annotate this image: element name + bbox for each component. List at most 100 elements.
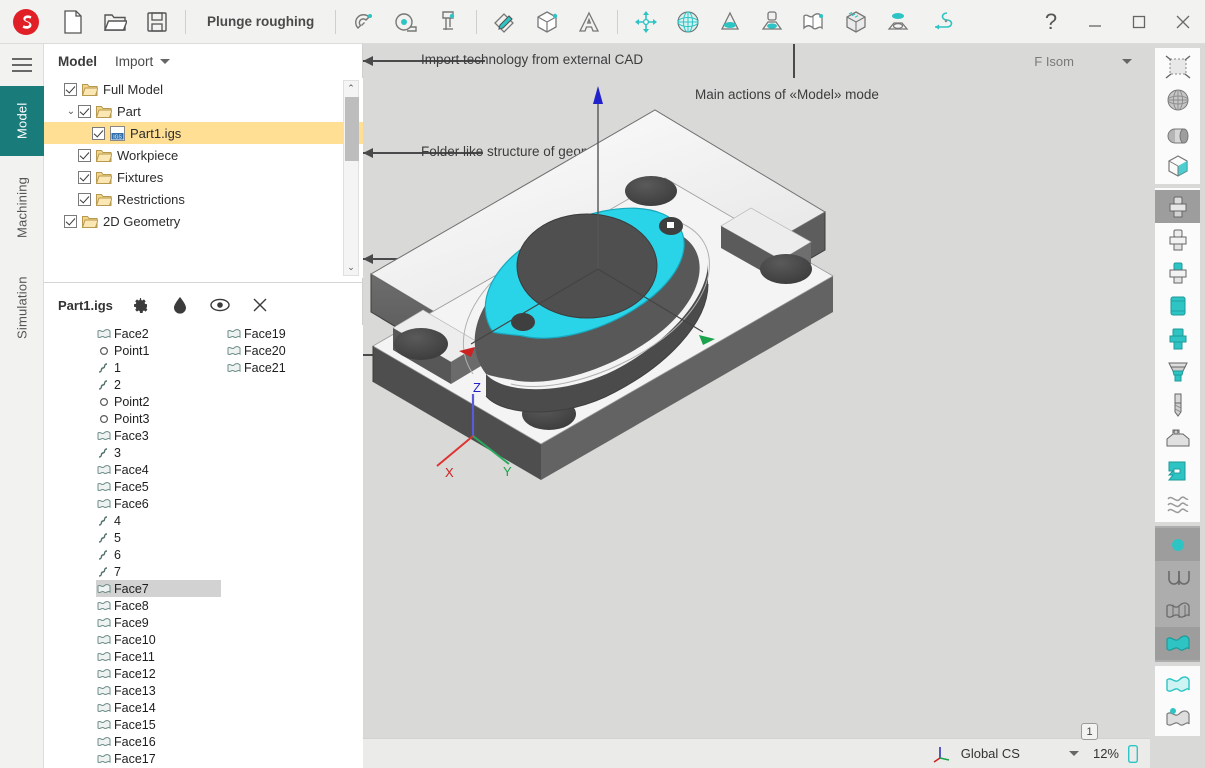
tree-item-checkbox[interactable] <box>78 170 91 184</box>
close-x-icon[interactable] <box>240 291 280 319</box>
point-select-icon[interactable] <box>1155 528 1200 561</box>
geometry-list-item[interactable]: 5 <box>96 529 221 546</box>
geometry-list-item[interactable]: Face6 <box>96 495 221 512</box>
tool-step-icon[interactable] <box>1155 355 1200 388</box>
close-button[interactable] <box>1161 0 1205 44</box>
fixture-icon[interactable] <box>877 0 919 44</box>
geometry-list-item[interactable]: Face10 <box>96 631 221 648</box>
geometry-list-item[interactable]: Face15 <box>96 716 221 733</box>
open-file-icon[interactable] <box>94 0 136 44</box>
geometry-list-item[interactable]: Face17 <box>96 750 221 767</box>
geometry-list-item[interactable]: Point1 <box>96 342 221 359</box>
geometry-list-item[interactable]: 7 <box>96 563 221 580</box>
stock-box-icon[interactable] <box>835 0 877 44</box>
magnet-icon[interactable] <box>343 0 385 44</box>
face-outline-icon[interactable] <box>1155 668 1200 701</box>
machine-table-icon[interactable] <box>751 0 793 44</box>
hamburger-icon[interactable] <box>0 44 44 86</box>
move-transform-icon[interactable] <box>625 0 667 44</box>
section-cube-icon[interactable] <box>1155 149 1200 182</box>
curve-select-icon[interactable] <box>1155 561 1200 594</box>
color-drop-icon[interactable] <box>160 291 200 319</box>
tree-item-checkbox[interactable] <box>78 104 91 118</box>
geometry-list-item[interactable]: Face13 <box>96 682 221 699</box>
sidebar-item-simulation[interactable]: Simulation <box>0 258 44 358</box>
geometry-list-item[interactable]: 3 <box>96 444 221 461</box>
endmill-icon[interactable] <box>1155 388 1200 421</box>
minimize-button[interactable] <box>1073 0 1117 44</box>
sidebar-item-machining[interactable]: Machining <box>0 156 44 258</box>
tree-item[interactable]: IGS Part1.igs <box>44 122 363 144</box>
maximize-button[interactable] <box>1117 0 1161 44</box>
sketch-pencil-icon[interactable] <box>484 0 526 44</box>
geometry-list-item[interactable]: Point3 <box>96 410 221 427</box>
solid-shaded-icon[interactable] <box>1155 116 1200 149</box>
mesh-sphere-icon[interactable] <box>667 0 709 44</box>
tree-item-checkbox[interactable] <box>78 192 91 206</box>
geometry-list-item[interactable]: Face2 <box>96 325 221 342</box>
tree-item[interactable]: Workpiece <box>44 144 363 166</box>
tree-item-checkbox[interactable] <box>64 82 77 96</box>
tree-item[interactable]: Full Model <box>44 78 363 100</box>
geometry-list-item[interactable]: 2 <box>96 376 221 393</box>
globe-mesh-icon[interactable] <box>1155 83 1200 116</box>
geometry-list-item[interactable]: Face7 <box>96 580 221 597</box>
import-dropdown[interactable]: Import <box>115 54 171 69</box>
tree-item[interactable]: 2D Geometry <box>44 210 363 232</box>
hatch-pattern-icon[interactable] <box>1155 487 1200 520</box>
geometry-list-item[interactable]: Face12 <box>96 665 221 682</box>
visibility-eye-icon[interactable] <box>200 291 240 319</box>
tree-expander-icon[interactable]: ⌄ <box>64 106 78 117</box>
geometry-list-item[interactable]: Face3 <box>96 427 221 444</box>
settings-gear-icon[interactable] <box>120 291 160 319</box>
tree-item[interactable]: Restrictions <box>44 188 363 210</box>
help-button[interactable]: ? <box>1029 0 1073 44</box>
clamp-icon[interactable] <box>1155 454 1200 487</box>
tool-holder-icon[interactable] <box>1155 190 1200 223</box>
sidebar-item-model[interactable]: Model <box>0 86 44 156</box>
geometry-list-item[interactable]: Face19 <box>226 325 351 342</box>
stock-block-icon[interactable] <box>1155 421 1200 454</box>
coordinate-system-selector[interactable]: Global CS <box>932 744 1079 764</box>
new-file-icon[interactable] <box>52 0 94 44</box>
geometry-list-item[interactable]: 1 <box>96 359 221 376</box>
tree-scrollbar[interactable]: ⌃ ⌄ <box>343 80 359 276</box>
cad-model-render[interactable]: Z X Y <box>363 44 1150 768</box>
save-file-icon[interactable] <box>136 0 178 44</box>
tree-item-checkbox[interactable] <box>92 126 105 140</box>
tool-shank-icon[interactable] <box>1155 223 1200 256</box>
zoom-level[interactable]: 12% <box>1093 744 1138 763</box>
tree-item[interactable]: ⌄ Part <box>44 100 363 122</box>
tree-item-checkbox[interactable] <box>78 148 91 162</box>
geometry-list-item[interactable]: Face21 <box>226 359 351 376</box>
geometry-list-item[interactable]: Face8 <box>96 597 221 614</box>
face-select-icon[interactable] <box>1155 627 1200 660</box>
scroll-up-icon[interactable]: ⌃ <box>344 81 358 96</box>
tool-body-icon[interactable] <box>1155 289 1200 322</box>
cone-blank-icon[interactable] <box>709 0 751 44</box>
fit-view-icon[interactable] <box>1155 50 1200 83</box>
geometry-list-item[interactable]: 4 <box>96 512 221 529</box>
geometry-list-item[interactable]: Face5 <box>96 478 221 495</box>
caliper-icon[interactable] <box>427 0 469 44</box>
geometry-list-item[interactable]: Face14 <box>96 699 221 716</box>
face-point-icon[interactable] <box>1155 701 1200 734</box>
tool-cone-icon[interactable] <box>1155 322 1200 355</box>
geometry-list-item[interactable]: Point2 <box>96 393 221 410</box>
geometry-list-item[interactable]: Face20 <box>226 342 351 359</box>
tree-item[interactable]: Fixtures <box>44 166 363 188</box>
tree-item-checkbox[interactable] <box>64 214 77 228</box>
solid-cube-icon[interactable] <box>526 0 568 44</box>
scrollbar-thumb[interactable] <box>345 97 359 161</box>
viewport-3d[interactable]: F Isom Import technology from external C… <box>363 44 1150 768</box>
measure-icon[interactable] <box>385 0 427 44</box>
geometry-list-item[interactable]: 6 <box>96 546 221 563</box>
surface-wave-icon[interactable] <box>793 0 835 44</box>
scroll-down-icon[interactable]: ⌄ <box>344 260 358 275</box>
geometry-list-item[interactable]: Face11 <box>96 648 221 665</box>
geometry-list-item[interactable]: Face9 <box>96 614 221 631</box>
mesh-select-icon[interactable] <box>1155 594 1200 627</box>
text-a-icon[interactable] <box>568 0 610 44</box>
tool-tip-icon[interactable] <box>1155 256 1200 289</box>
toolpath-curve-icon[interactable] <box>919 0 961 44</box>
